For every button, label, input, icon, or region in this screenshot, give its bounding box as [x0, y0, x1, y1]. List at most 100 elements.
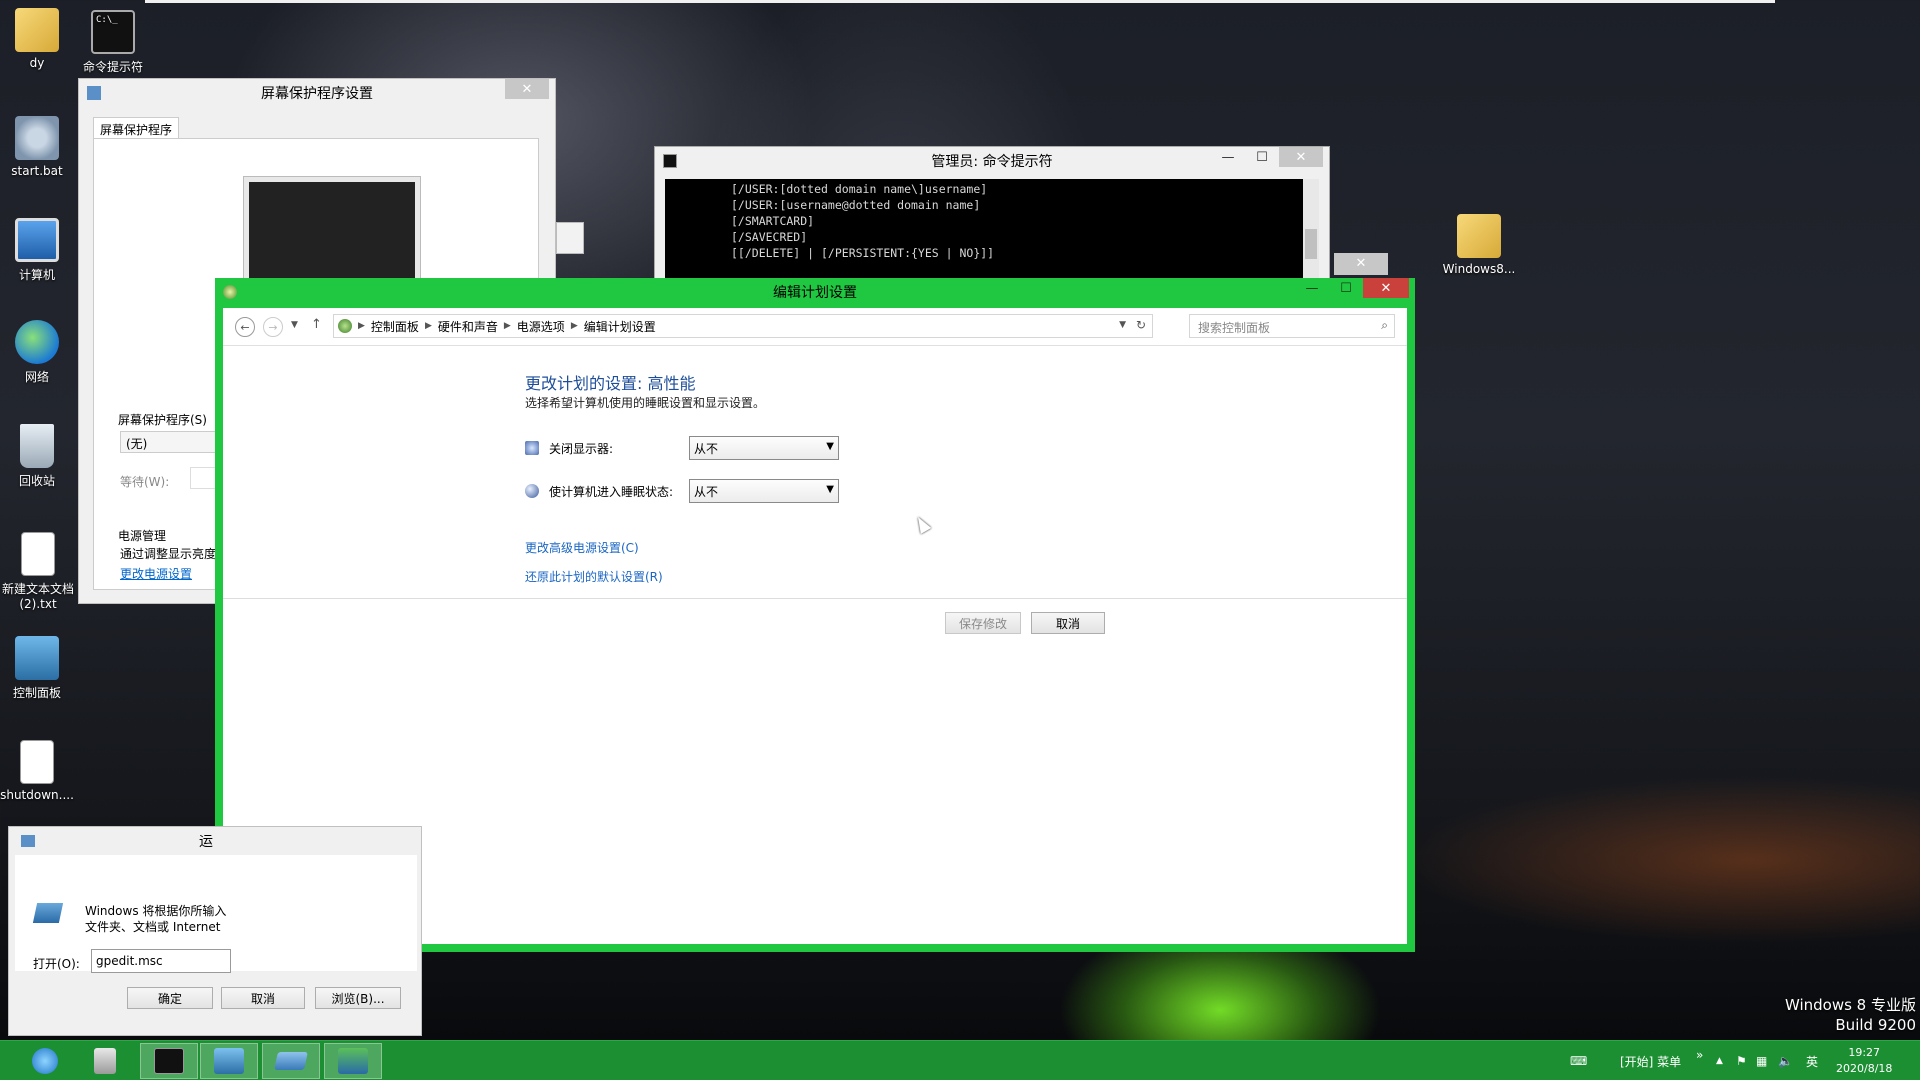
command-prompt-window: 管理员: 命令提示符 — ☐ ✕ [/USER:[dotted domain n… [654, 146, 1330, 287]
breadcrumb-item[interactable]: 电源选项 [517, 318, 565, 335]
screensaver-titlebar[interactable]: 屏幕保护程序设置 ✕ [79, 79, 555, 107]
chevron-down-icon: ▼ [826, 441, 834, 452]
action-center-flag-icon[interactable]: ⚑ [1736, 1041, 1747, 1080]
taskbar-file-manager[interactable] [76, 1043, 134, 1079]
desktop-icon-start-bat[interactable]: start.bat [0, 116, 80, 178]
console-line: [/SMARTCARD] [731, 214, 815, 228]
volume-icon[interactable]: 🔈 [1778, 1041, 1793, 1080]
scrollbar-thumb[interactable] [1305, 229, 1317, 259]
keyboard-icon[interactable]: ⌨ [1570, 1041, 1587, 1080]
console-line: [[/DELETE] | [/PERSISTENT:{YES | NO}]] [731, 246, 995, 260]
search-icon[interactable]: ⌕ [1381, 318, 1388, 333]
restore-defaults-link[interactable]: 还原此计划的默认设置(R) [525, 568, 663, 585]
recent-pages-chevron-icon[interactable]: ▼ [291, 320, 298, 330]
up-arrow-icon[interactable]: ↑ [311, 317, 322, 332]
desktop-icon-label: 命令提示符 [82, 60, 143, 74]
network-tray-icon[interactable]: ▦ [1756, 1041, 1767, 1080]
breadcrumb-item[interactable]: 硬件和声音 [438, 318, 498, 335]
chevron-down-icon[interactable]: ▼ [1119, 320, 1126, 330]
sleep-row: 使计算机进入睡眠状态: 从不 ▼ [525, 479, 839, 503]
turn-off-display-select[interactable]: 从不 ▼ [689, 436, 839, 460]
tab-screensaver[interactable]: 屏幕保护程序 [93, 117, 180, 139]
wait-label: 等待(W): [120, 475, 170, 489]
taskbar-ie[interactable] [16, 1043, 74, 1079]
close-button[interactable]: ✕ [505, 79, 549, 99]
hidden-window-close-button[interactable]: ✕ [1334, 253, 1388, 275]
desktop-icon-control-panel[interactable]: 控制面板 [0, 636, 80, 701]
input-language[interactable]: 英 [1806, 1041, 1818, 1080]
cmd-icon [663, 154, 677, 168]
console-line: [/SAVECRED] [731, 230, 808, 244]
taskbar-cmd[interactable] [140, 1043, 198, 1079]
taskbar-run[interactable] [262, 1043, 320, 1079]
refresh-icon[interactable]: ↻ [1136, 318, 1146, 332]
console-scrollbar[interactable] [1303, 179, 1319, 287]
desktop-icon-shutdown[interactable]: shutdown.... [0, 740, 80, 802]
maximize-button[interactable]: ☐ [1329, 278, 1363, 298]
screensaver-select[interactable]: (无) [120, 431, 230, 453]
close-button[interactable]: ✕ [1279, 147, 1323, 167]
open-input[interactable]: gpedit.msc [91, 949, 231, 973]
power-description: 通过调整显示亮度 [120, 547, 217, 561]
taskbar: ⌨ [开始] 菜单 » ▲ ⚑ ▦ 🔈 英 19:27 2020/8/18 [0, 1040, 1920, 1080]
forward-button[interactable]: → [263, 317, 283, 337]
breadcrumb-separator: ▶ [424, 321, 432, 331]
search-input[interactable]: 搜索控制面板 ⌕ [1189, 314, 1395, 338]
display-icon [525, 441, 539, 455]
desktop-icon-new-text-file[interactable]: 新建文本文档 (2).txt [0, 532, 82, 611]
breadcrumb-item[interactable]: 控制面板 [371, 318, 419, 335]
screensaver-app-icon [87, 86, 101, 100]
window-title: 运 [199, 834, 213, 850]
divider [223, 598, 1407, 599]
cancel-button[interactable]: 取消 [1031, 612, 1105, 634]
address-bar: ← → ▼ ↑ ▶ 控制面板 ▶ 硬件和声音 ▶ 电源选项 ▶ 编辑计划设置 ▼… [223, 308, 1407, 346]
minimize-button[interactable]: — [1295, 278, 1329, 298]
show-hidden-icons-icon[interactable]: ▲ [1716, 1041, 1723, 1080]
run-icon [32, 903, 64, 923]
run-description: Windows 将根据你所输入 文件夹、文档或 Internet [85, 903, 226, 935]
run-dialog: 运 Windows 将根据你所输入 文件夹、文档或 Internet 打开(O)… [8, 826, 422, 1036]
main-titlebar[interactable]: 编辑计划设置 — ☐ ✕ [215, 278, 1415, 306]
description-line: 文件夹、文档或 Internet [85, 920, 221, 934]
desktop-icon-dy[interactable]: dy [0, 8, 80, 70]
desktop-icon-label: 计算机 [18, 268, 55, 282]
breadcrumb-separator: ▶ [503, 321, 511, 331]
cancel-button[interactable]: 取消 [221, 987, 305, 1009]
console-line: [/USER:[dotted domain name\]username] [731, 182, 988, 196]
start-menu-toolbar[interactable]: [开始] 菜单 [1620, 1041, 1681, 1080]
minimize-button[interactable]: — [1211, 147, 1245, 167]
desktop-icon-recycle-bin[interactable]: 回收站 [0, 424, 80, 489]
turn-off-display-label: 关闭显示器: [549, 441, 614, 456]
console-output[interactable]: [/USER:[dotted domain name\]username] [/U… [665, 179, 1305, 287]
window-title: 管理员: 命令提示符 [931, 154, 1053, 170]
run-icon [274, 1052, 308, 1070]
save-changes-button[interactable]: 保存修改 [945, 612, 1021, 634]
breadcrumb: ▶ 控制面板 ▶ 硬件和声音 ▶ 电源选项 ▶ 编辑计划设置 ▼ ↻ [333, 314, 1153, 338]
taskbar-control-panel[interactable] [200, 1043, 258, 1079]
control-panel-icon [15, 636, 59, 680]
control-panel-icon [338, 319, 352, 333]
ok-button[interactable]: 确定 [127, 987, 213, 1009]
back-button[interactable]: ← [235, 317, 255, 337]
desktop-icon-computer[interactable]: 计算机 [0, 218, 80, 283]
sleep-select[interactable]: 从不 ▼ [689, 479, 839, 503]
clock[interactable]: 19:27 2020/8/18 [1836, 1041, 1892, 1080]
close-button[interactable]: ✕ [1363, 278, 1409, 298]
maximize-button[interactable]: ☐ [1245, 147, 1279, 167]
breadcrumb-item[interactable]: 编辑计划设置 [584, 318, 656, 335]
cmd-titlebar[interactable]: 管理员: 命令提示符 — ☐ ✕ [655, 147, 1329, 175]
desktop-icon-cmd[interactable]: C:\_ 命令提示符 [70, 10, 156, 75]
description-line: Windows 将根据你所输入 [85, 904, 227, 918]
turn-off-display-row: 关闭显示器: 从不 ▼ [525, 436, 839, 460]
desktop-icon-windows8-folder[interactable]: Windows8... [1436, 214, 1522, 276]
toolbar-expand-icon[interactable]: » [1696, 1035, 1703, 1075]
chevron-down-icon: ▼ [826, 484, 834, 495]
page-subtitle: 选择希望计算机使用的睡眠设置和显示设置。 [525, 396, 766, 410]
browse-button[interactable]: 浏览(B)... [315, 987, 401, 1009]
run-app-icon [21, 835, 35, 847]
desktop-icon-network[interactable]: 网络 [0, 320, 80, 385]
change-power-settings-link[interactable]: 更改电源设置 [120, 565, 192, 582]
taskbar-screensaver[interactable] [324, 1043, 382, 1079]
edition-watermark: Windows 8 专业版 [1784, 996, 1916, 1014]
advanced-power-settings-link[interactable]: 更改高级电源设置(C) [525, 539, 639, 556]
